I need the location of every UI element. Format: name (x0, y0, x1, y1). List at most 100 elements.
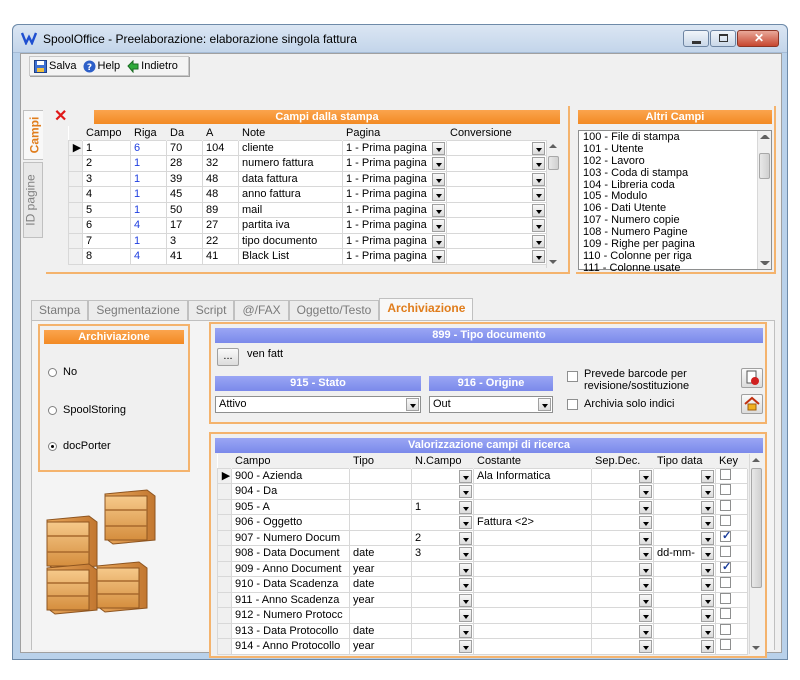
cell-costante[interactable] (473, 483, 592, 500)
cell-tipo[interactable]: year (349, 560, 412, 577)
cell-campo[interactable]: 908 - Data Document (231, 545, 350, 562)
cell-tipo[interactable] (349, 467, 412, 484)
browse-button[interactable]: ... (217, 348, 239, 366)
list-item[interactable]: 110 - Colonne per riga (581, 250, 771, 262)
cell-costante[interactable]: Ala Informatica (473, 467, 592, 484)
cell-ncampo[interactable] (411, 607, 474, 624)
cell-costante[interactable]: Fattura <2> (473, 514, 592, 531)
chevron-down-icon[interactable] (432, 219, 445, 232)
table-row[interactable]: 2 1 28 32 numero fattura 1 - Prima pagina (68, 155, 547, 172)
cell-key[interactable] (715, 591, 748, 608)
chevron-down-icon[interactable] (639, 609, 652, 622)
chevron-down-icon[interactable] (459, 469, 472, 483)
cell-tipodata[interactable] (653, 638, 716, 655)
cell-campo[interactable]: 913 - Data Protocollo (231, 622, 350, 639)
cell-tipodata[interactable] (653, 467, 716, 484)
chevron-down-icon[interactable] (532, 157, 545, 170)
cell-sepdec[interactable] (591, 607, 654, 624)
table-row[interactable]: 914 - Anno Protocollo year (217, 638, 748, 655)
cell-campo[interactable]: 914 - Anno Protocollo (231, 638, 350, 655)
chevron-down-icon[interactable] (701, 547, 714, 560)
chevron-down-icon[interactable] (432, 250, 445, 263)
cell-campo[interactable]: 8 (82, 248, 131, 265)
tab-fax[interactable]: @/FAX (234, 300, 289, 320)
cell-note[interactable]: data fattura (238, 170, 343, 187)
chevron-down-icon[interactable] (701, 531, 714, 545)
chevron-down-icon[interactable] (701, 640, 714, 653)
maximize-button[interactable] (710, 30, 736, 47)
chevron-down-icon[interactable] (459, 624, 472, 638)
cell-note[interactable]: anno fattura (238, 186, 343, 203)
cell-key[interactable] (715, 514, 748, 531)
table-row[interactable]: 6 4 17 27 partita iva 1 - Prima pagina (68, 217, 547, 234)
altri-campi-list[interactable]: 100 - File di stampa 101 - Utente 102 - La… (578, 130, 772, 274)
cell-costante[interactable] (473, 498, 592, 515)
table-row[interactable]: 8 4 41 41 Black List 1 - Prima pagina (68, 248, 547, 265)
cell-riga[interactable]: 1 (130, 232, 167, 249)
list-item[interactable]: 103 - Coda di stampa (581, 167, 771, 179)
cell-sepdec[interactable] (591, 467, 654, 484)
tab-oggetto-testo[interactable]: Oggetto/Testo (288, 300, 380, 320)
key-checkbox[interactable] (720, 623, 731, 635)
tab-archiviazione[interactable]: Archiviazione (379, 298, 474, 320)
cell-ncampo[interactable] (411, 514, 474, 531)
cell-da[interactable]: 50 (166, 201, 203, 218)
chevron-down-icon[interactable] (459, 500, 472, 514)
cell-ncampo[interactable]: 2 (411, 529, 474, 546)
cell-campo[interactable]: 907 - Numero Docum (231, 529, 350, 546)
cell-pagina[interactable]: 1 - Prima pagina (342, 139, 447, 156)
cell-da[interactable]: 39 (166, 170, 203, 187)
list-item[interactable]: 105 - Modulo (581, 190, 771, 203)
cell-riga[interactable]: 6 (130, 139, 167, 156)
chevron-down-icon[interactable] (432, 141, 445, 155)
chevron-down-icon[interactable] (459, 531, 472, 545)
chevron-down-icon[interactable] (532, 234, 545, 248)
cell-conversione[interactable] (446, 248, 547, 265)
tab-campi[interactable]: Campi (23, 110, 43, 160)
cell-key[interactable] (715, 607, 748, 624)
table-row[interactable]: 912 - Numero Protocc (217, 607, 748, 624)
cell-sepdec[interactable] (591, 560, 654, 577)
cell-costante[interactable] (473, 638, 592, 655)
table-row[interactable]: 3 1 39 48 data fattura 1 - Prima pagina (68, 170, 547, 187)
chevron-down-icon[interactable] (639, 593, 652, 607)
chevron-down-icon[interactable] (639, 485, 652, 498)
cell-campo[interactable]: 904 - Da (231, 483, 350, 500)
cell-da[interactable]: 28 (166, 155, 203, 172)
cell-a[interactable]: 41 (202, 248, 239, 265)
cell-sepdec[interactable] (591, 529, 654, 546)
cell-ncampo[interactable] (411, 560, 474, 577)
cell-sepdec[interactable] (591, 483, 654, 500)
cell-campo[interactable]: 7 (82, 232, 131, 249)
chevron-down-icon[interactable] (701, 578, 714, 591)
cell-pagina[interactable]: 1 - Prima pagina (342, 217, 447, 234)
cell-tipodata[interactable] (653, 514, 716, 531)
cell-tipodata[interactable] (653, 560, 716, 577)
cell-note[interactable]: cliente (238, 139, 343, 156)
chevron-down-icon[interactable] (432, 203, 445, 217)
cell-a[interactable]: 48 (202, 186, 239, 203)
cell-tipodata[interactable] (653, 483, 716, 500)
help-button[interactable]: ? Help (83, 60, 120, 73)
cell-conversione[interactable] (446, 186, 547, 203)
tab-id-pagine[interactable]: ID pagine (23, 162, 43, 238)
cell-ncampo[interactable]: 1 (411, 498, 474, 515)
chevron-down-icon[interactable] (701, 500, 714, 514)
cell-conversione[interactable] (446, 217, 547, 234)
cell-sepdec[interactable] (591, 622, 654, 639)
table-row[interactable]: 913 - Data Protocollo date (217, 622, 748, 639)
list-item[interactable]: 106 - Dati Utente (581, 202, 771, 214)
chevron-down-icon[interactable] (532, 188, 545, 201)
cell-a[interactable]: 104 (202, 139, 239, 156)
cell-costante[interactable] (473, 591, 592, 608)
cell-a[interactable]: 89 (202, 201, 239, 218)
cell-tipo[interactable] (349, 483, 412, 500)
cell-key[interactable] (715, 560, 748, 577)
chevron-down-icon[interactable] (701, 624, 714, 638)
solo-indici-checkbox[interactable]: Archivia solo indici (567, 398, 674, 410)
cell-costante[interactable] (473, 607, 592, 624)
table-row[interactable]: 7 1 3 22 tipo documento 1 - Prima pagina (68, 232, 547, 249)
cell-a[interactable]: 48 (202, 170, 239, 187)
chevron-down-icon[interactable] (459, 547, 472, 560)
cell-note[interactable]: numero fattura (238, 155, 343, 172)
